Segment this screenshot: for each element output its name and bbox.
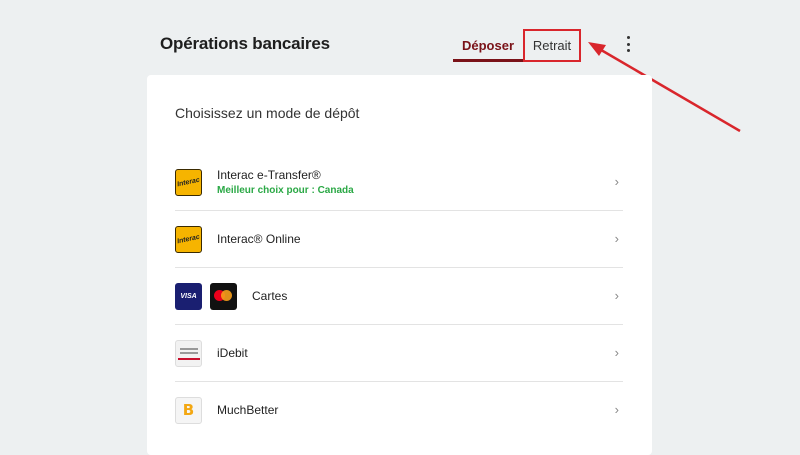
method-interac-etransfer[interactable]: Interac Interac e-Transfer® Meilleur cho…: [175, 154, 623, 211]
interac-logo-icon: Interac: [175, 168, 202, 196]
method-idebit[interactable]: iDebit ›: [175, 325, 623, 382]
interac-logo-icon: Interac: [175, 225, 202, 253]
chevron-right-icon: ›: [614, 402, 619, 417]
chevron-right-icon: ›: [614, 345, 619, 360]
page-title: Opérations bancaires: [160, 34, 330, 53]
method-name: MuchBetter: [217, 403, 279, 417]
chevron-right-icon: ›: [614, 174, 619, 189]
chevron-right-icon: ›: [614, 231, 619, 246]
tab-deposit[interactable]: Déposer: [453, 29, 523, 62]
panel-heading: Choisissez un mode de dépôt: [175, 105, 360, 121]
mastercard-logo-icon: [210, 282, 237, 310]
method-list: Interac Interac e-Transfer® Meilleur cho…: [175, 154, 623, 438]
method-name: Interac® Online: [217, 232, 301, 246]
method-interac-online[interactable]: Interac Interac® Online ›: [175, 211, 623, 268]
method-name: Interac e-Transfer®: [217, 168, 321, 182]
visa-logo-icon: VISA: [175, 282, 202, 310]
method-muchbetter[interactable]: B MuchBetter ›: [175, 382, 623, 438]
idebit-logo-icon: [175, 339, 202, 367]
method-cards[interactable]: VISA Cartes ›: [175, 268, 623, 325]
chevron-right-icon: ›: [614, 288, 619, 303]
deposit-panel: Choisissez un mode de dépôt Interac Inte…: [147, 75, 652, 455]
tab-withdraw[interactable]: Retrait: [523, 29, 581, 62]
method-name: iDebit: [217, 346, 248, 360]
kebab-menu-icon[interactable]: [620, 36, 636, 52]
muchbetter-logo-icon: B: [175, 396, 202, 424]
method-name: Cartes: [252, 289, 288, 303]
method-recommendation: Meilleur choix pour : Canada: [217, 185, 354, 196]
